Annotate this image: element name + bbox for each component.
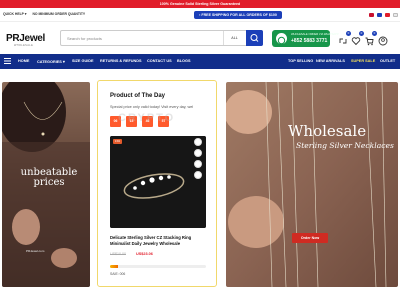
main-nav: HOME CATEGORIES ▾ SIZE GUIDE RETURNS & R… (0, 54, 400, 69)
compare-button[interactable]: 0 (338, 31, 351, 44)
cart-count: 0 (372, 31, 377, 36)
nav-contact[interactable]: CONTACT US (147, 59, 172, 63)
search-category-select[interactable]: ALL (223, 31, 245, 45)
site-logo-sub: WHOLESALE (14, 44, 34, 47)
whatsapp-label: WHOLESALE ORDER VIA WHATSAPP (291, 33, 339, 36)
sold-progress-fill (110, 265, 118, 268)
left-banner-title: unbeatable prices (20, 167, 78, 188)
cart-button[interactable]: 0 (364, 31, 377, 46)
discount-badge: 13% (113, 139, 122, 144)
whatsapp-contact[interactable]: WHOLESALE ORDER VIA WHATSAPP +852 5883 3… (272, 30, 339, 47)
product-name[interactable]: Delicate Sterling Silver CZ Stacking Rin… (110, 235, 208, 247)
nav-home[interactable]: HOME (18, 59, 29, 63)
cart-icon (365, 37, 374, 46)
product-old-price: US$10.00 (110, 252, 126, 256)
utility-links: QUICK HELP ▾ NO MINIMUM ORDER QUANTITY (3, 12, 90, 16)
right-banner-subtitle: Sterling Silver Necklaces (296, 141, 394, 150)
wishlist-button[interactable]: 0 (351, 31, 364, 46)
flag-icon[interactable] (377, 13, 382, 17)
whatsapp-number: +852 5883 3771 (291, 38, 328, 44)
account-button[interactable] (378, 33, 388, 46)
wishlist-icon[interactable] (194, 138, 202, 146)
utility-row: QUICK HELP ▾ NO MINIMUM ORDER QUANTITY ▪… (0, 8, 400, 22)
add-to-cart-icon[interactable] (194, 171, 202, 179)
nav-top-selling[interactable]: TOP SELLING (288, 59, 313, 63)
product-of-day-title: Product of The Day (110, 93, 166, 99)
sold-count: SAIE: 006 (110, 272, 126, 276)
compare-icon (339, 38, 347, 44)
whatsapp-icon (276, 33, 287, 45)
compare-icon[interactable] (194, 149, 202, 157)
quick-help-link[interactable]: QUICK HELP ▾ (3, 12, 27, 16)
flag-icon[interactable] (385, 13, 390, 17)
right-banner-title: Wholesale (288, 122, 367, 140)
product-image[interactable]: 13% (110, 136, 206, 228)
user-icon (378, 36, 388, 46)
quick-view-icon[interactable] (194, 160, 202, 168)
necklace-photo (226, 82, 398, 287)
flag-icon[interactable] (369, 13, 374, 17)
site-header: PRJewel WHOLESALE ALL WHOLESALE ORDER VI… (0, 22, 400, 54)
nav-super-sale[interactable]: SUPER SALE (351, 59, 375, 63)
announcement-bar: 100% Genuine Solid Sterling Silver Guara… (0, 0, 400, 8)
promo-banner-right[interactable]: Wholesale Sterling Silver Necklaces Orde… (226, 82, 398, 287)
flag-icon[interactable] (393, 13, 398, 17)
promo-banner-left[interactable]: unbeatable prices PRJewel.com (2, 82, 90, 287)
ring-photo (110, 136, 206, 228)
sold-progress-bar (110, 265, 206, 268)
nav-outlet[interactable]: OUTLET (380, 59, 395, 63)
search-icon (250, 34, 259, 42)
nav-blogs[interactable]: BLOGS (177, 59, 191, 63)
heart-icon (351, 37, 361, 46)
free-shipping-text: FREE SHIPPING FOR ALL ORDERS OF $100 (201, 13, 277, 17)
search-input[interactable] (61, 31, 221, 45)
search-bar: ALL (60, 30, 263, 46)
order-now-button[interactable]: Order Now (292, 233, 328, 243)
free-shipping-badge: ▪ FREE SHIPPING FOR ALL ORDERS OF $100 (194, 11, 282, 19)
search-button[interactable] (246, 30, 263, 46)
nav-returns[interactable]: RETURNS & REFUNDS (100, 59, 142, 63)
product-of-day-subtitle: Special price only valid today! Visit ev… (110, 105, 194, 109)
nav-new-arrivals[interactable]: NEW ARRIVALS (316, 59, 345, 63)
left-banner-url: PRJewel.com (26, 249, 45, 253)
nav-size-guide[interactable]: SIZE GUIDE (72, 59, 94, 63)
site-logo[interactable]: PRJewel (6, 33, 45, 44)
product-price: US$23.06 (136, 252, 153, 256)
watermark: CRYPTO (118, 112, 176, 124)
menu-icon[interactable] (4, 58, 11, 64)
min-order-text: NO MINIMUM ORDER QUANTITY (32, 12, 86, 16)
nav-categories[interactable]: CATEGORIES ▾ (37, 59, 65, 64)
